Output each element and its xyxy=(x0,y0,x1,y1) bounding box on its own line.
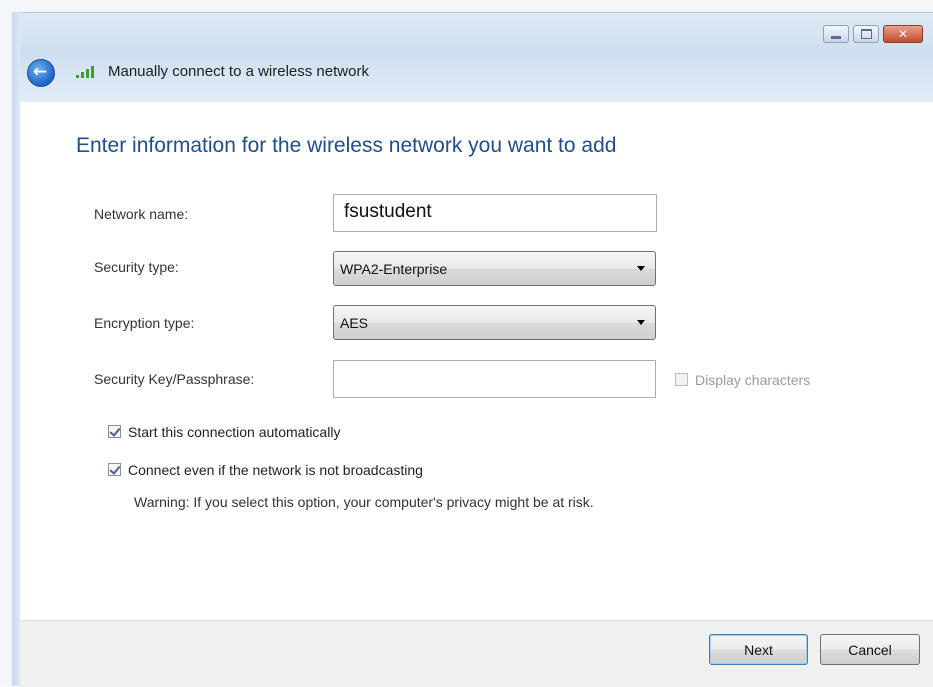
network-name-input[interactable]: fsustudent xyxy=(333,194,657,232)
encryption-type-value: AES xyxy=(340,315,369,331)
page-heading: Enter information for the wireless netwo… xyxy=(76,134,617,157)
security-key-label: Security Key/Passphrase: xyxy=(94,371,255,387)
wizard-window: ✕ ← Manually connect to a wireless netwo… xyxy=(0,0,933,687)
maximize-button[interactable] xyxy=(853,25,879,43)
encryption-type-select[interactable]: AES xyxy=(333,305,656,340)
chevron-down-icon xyxy=(637,266,645,271)
title-bar xyxy=(12,12,933,103)
security-type-value: WPA2-Enterprise xyxy=(340,261,448,277)
security-type-select[interactable]: WPA2-Enterprise xyxy=(333,251,656,286)
minimize-button[interactable] xyxy=(823,25,849,43)
security-type-label: Security type: xyxy=(94,259,179,275)
start-automatically-label: Start this connection automatically xyxy=(128,424,341,440)
network-name-value: fsustudent xyxy=(344,201,432,222)
display-characters-checkbox[interactable] xyxy=(675,373,688,386)
back-button[interactable]: ← xyxy=(27,59,55,87)
maximize-icon xyxy=(860,29,872,39)
start-automatically-checkbox[interactable] xyxy=(108,425,121,438)
next-button[interactable]: Next xyxy=(709,634,808,665)
close-icon: ✕ xyxy=(897,27,909,41)
close-button[interactable]: ✕ xyxy=(883,25,923,43)
security-key-input[interactable] xyxy=(333,360,656,398)
cancel-button[interactable]: Cancel xyxy=(820,634,920,665)
connect-not-broadcasting-checkbox[interactable] xyxy=(108,463,121,476)
window-controls: ✕ xyxy=(823,25,923,43)
encryption-type-label: Encryption type: xyxy=(94,315,195,331)
connect-not-broadcasting-label: Connect even if the network is not broad… xyxy=(128,462,423,478)
chevron-down-icon xyxy=(637,320,645,325)
display-characters-label: Display characters xyxy=(695,372,811,388)
wireless-signal-icon xyxy=(76,64,98,78)
network-name-label: Network name: xyxy=(94,206,189,222)
minimize-icon xyxy=(831,35,841,39)
back-arrow-icon: ← xyxy=(32,62,48,82)
window-frame-left xyxy=(12,12,20,686)
window-title: Manually connect to a wireless network xyxy=(108,63,369,80)
privacy-warning-text: Warning: If you select this option, your… xyxy=(134,494,594,510)
